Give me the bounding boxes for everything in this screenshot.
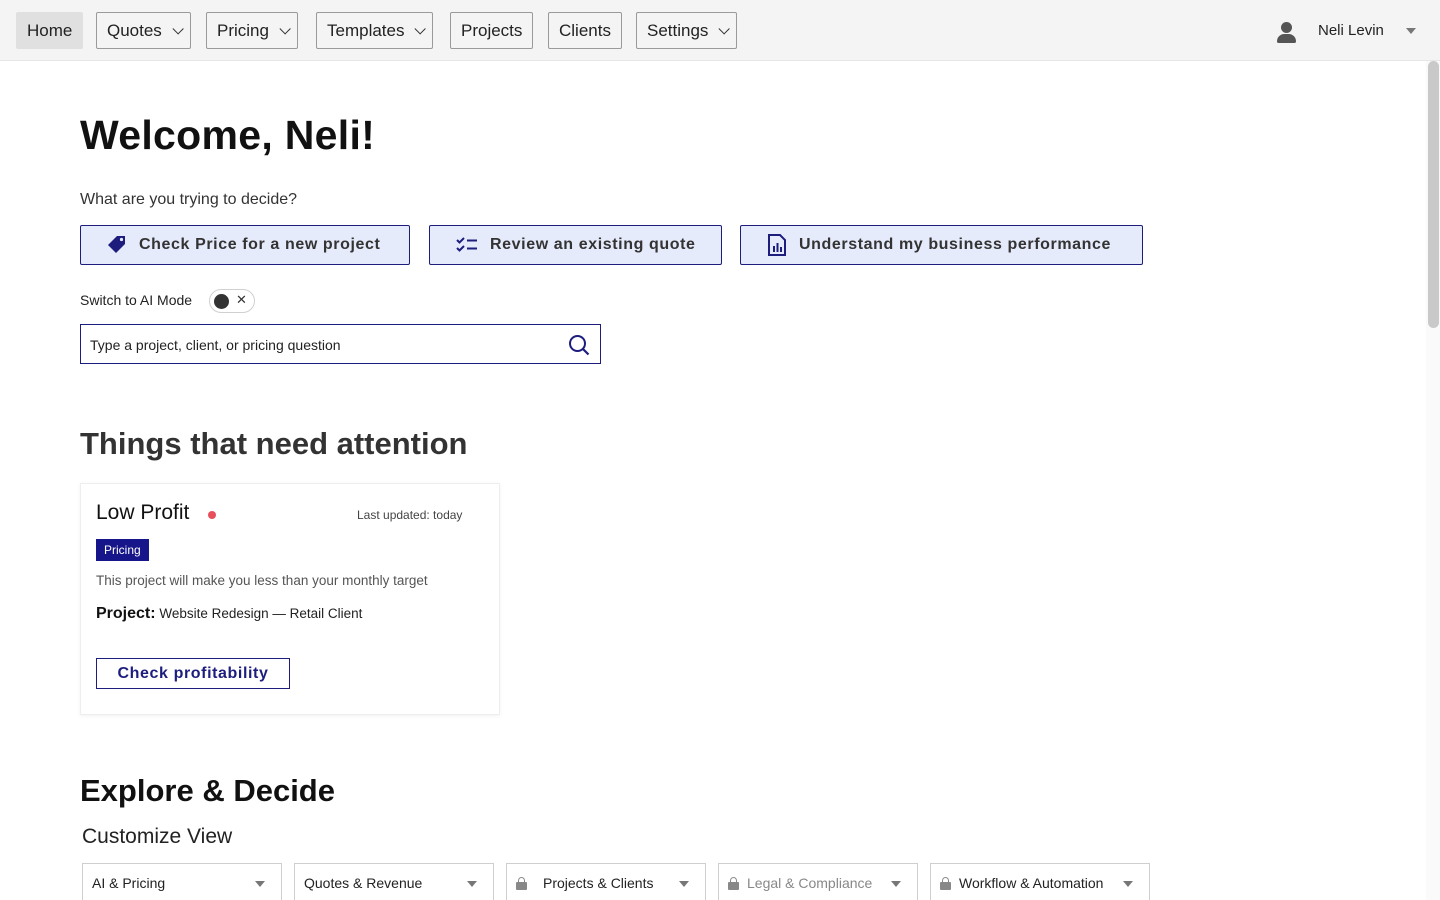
nav-settings[interactable]: Settings bbox=[636, 12, 738, 49]
decision-prompt: What are you trying to decide? bbox=[80, 191, 298, 208]
customize-view-label: Customize View bbox=[82, 825, 233, 848]
nav-projects[interactable]: Projects bbox=[450, 12, 534, 49]
nav-quotes-label: Quotes bbox=[107, 20, 162, 40]
alert-title: Low Profit bbox=[96, 501, 190, 524]
check-profitability-button[interactable]: Check profitability bbox=[96, 658, 290, 689]
filter-label: Legal & Compliance bbox=[747, 875, 873, 891]
last-updated: Last updated: today bbox=[357, 508, 463, 522]
review-quote-label: Review an existing quote bbox=[490, 236, 696, 253]
review-quote-button[interactable]: Review an existing quote bbox=[429, 225, 722, 265]
nav-settings-label: Settings bbox=[647, 20, 709, 40]
category-badge: Pricing bbox=[96, 539, 149, 561]
price-tag-icon bbox=[108, 236, 125, 253]
nav-pricing[interactable]: Pricing bbox=[206, 12, 298, 49]
business-performance-label: Understand my business performance bbox=[799, 236, 1112, 253]
top-navigation-bar: Home Quotes Pricing Templates Projects C… bbox=[0, 0, 1440, 61]
lock-icon bbox=[728, 876, 739, 890]
lock-icon bbox=[940, 876, 951, 890]
checklist-icon bbox=[456, 237, 477, 252]
project-value: Website Redesign — Retail Client bbox=[159, 606, 363, 621]
nav-home-label: Home bbox=[27, 20, 73, 40]
chevron-down-icon bbox=[718, 22, 731, 35]
project-label: Project: bbox=[96, 605, 156, 622]
filter-label: Workflow & Automation bbox=[959, 875, 1104, 891]
chevron-down-icon bbox=[414, 22, 427, 35]
nav-pricing-label: Pricing bbox=[217, 20, 269, 40]
business-performance-button[interactable]: Understand my business performance bbox=[740, 225, 1143, 265]
report-chart-icon bbox=[768, 234, 786, 256]
caret-down-icon bbox=[467, 881, 477, 887]
attention-heading: Things that need attention bbox=[80, 426, 468, 461]
filter-label: Quotes & Revenue bbox=[304, 875, 423, 891]
check-price-label: Check Price for a new project bbox=[139, 236, 381, 253]
ai-mode-label: Switch to AI Mode bbox=[80, 292, 193, 308]
nav-templates[interactable]: Templates bbox=[316, 12, 434, 49]
chevron-down-icon bbox=[172, 22, 184, 35]
filter-label: Projects & Clients bbox=[543, 875, 654, 891]
page-title: Welcome, Neli! bbox=[80, 112, 376, 158]
caret-down-icon bbox=[1123, 881, 1133, 887]
filter-legal-compliance[interactable]: Legal & Compliance bbox=[718, 863, 918, 900]
nav-templates-label: Templates bbox=[327, 20, 405, 40]
search-icon[interactable] bbox=[568, 334, 590, 356]
filter-workflow-automation[interactable]: Workflow & Automation bbox=[930, 863, 1150, 900]
alert-card: Low Profit Last updated: today Pricing T… bbox=[80, 483, 500, 715]
check-price-button[interactable]: Check Price for a new project bbox=[80, 225, 410, 265]
toggle-knob bbox=[214, 294, 229, 309]
user-menu[interactable]: Neli Levin bbox=[1270, 12, 1430, 49]
user-name: Neli Levin bbox=[1318, 22, 1384, 39]
filter-projects-clients[interactable]: Projects & Clients bbox=[506, 863, 706, 900]
user-avatar-icon bbox=[1270, 12, 1304, 49]
caret-down-icon bbox=[1406, 28, 1416, 34]
chevron-down-icon bbox=[279, 22, 291, 35]
caret-down-icon bbox=[255, 881, 265, 887]
search-bar bbox=[80, 324, 601, 364]
explore-heading: Explore & Decide bbox=[80, 773, 335, 808]
filter-quotes-revenue[interactable]: Quotes & Revenue bbox=[294, 863, 494, 900]
alert-description: This project will make you less than you… bbox=[96, 573, 428, 588]
filter-ai-pricing[interactable]: AI & Pricing bbox=[82, 863, 282, 900]
lock-icon bbox=[516, 876, 527, 890]
close-icon: ✕ bbox=[236, 292, 247, 307]
nav-home[interactable]: Home bbox=[16, 12, 84, 49]
alert-project: Project: Website Redesign — Retail Clien… bbox=[96, 605, 362, 623]
caret-down-icon bbox=[891, 881, 901, 887]
nav-clients-label: Clients bbox=[559, 20, 611, 40]
filter-label: AI & Pricing bbox=[92, 875, 166, 891]
nav-quotes[interactable]: Quotes bbox=[96, 12, 191, 49]
search-input[interactable] bbox=[90, 334, 550, 356]
nav-projects-label: Projects bbox=[461, 20, 523, 40]
scrollbar-thumb[interactable] bbox=[1428, 61, 1439, 328]
caret-down-icon bbox=[679, 881, 689, 887]
nav-clients[interactable]: Clients bbox=[548, 12, 622, 49]
alert-status-dot bbox=[208, 511, 216, 519]
ai-mode-toggle[interactable]: ✕ bbox=[209, 289, 255, 313]
